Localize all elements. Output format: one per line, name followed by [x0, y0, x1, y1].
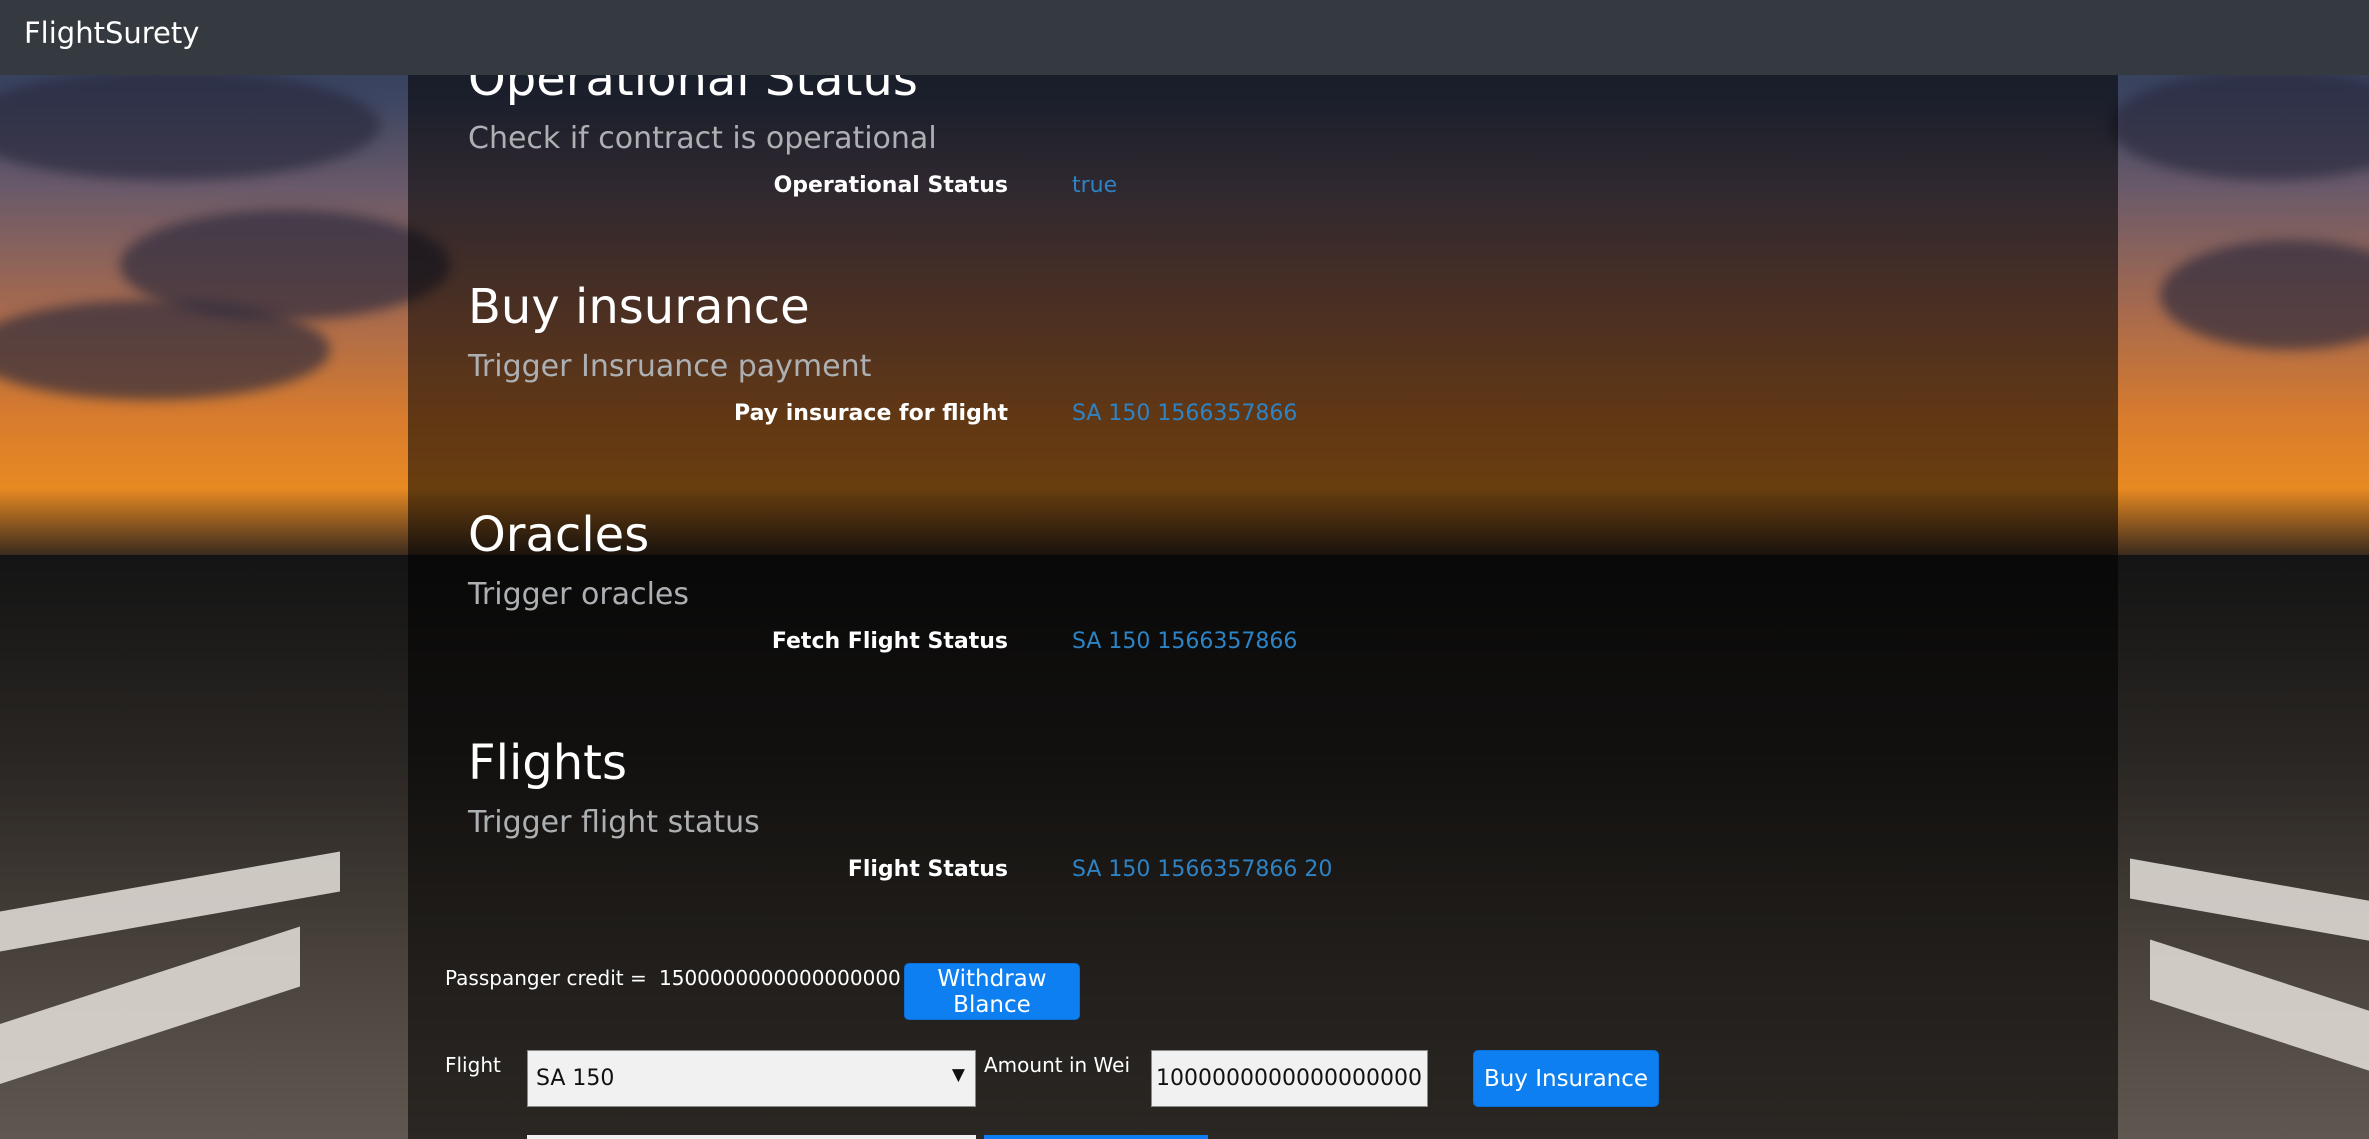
- pay-insurance-label: Pay insurace for flight: [734, 401, 1008, 426]
- amount-label: Amount in Wei: [984, 1053, 1131, 1077]
- dropdown-caret-icon: ▼: [951, 1065, 965, 1085]
- main-content-panel: Operational Status Check if contract is …: [408, 51, 2118, 1139]
- fetch-flight-status-value: SA 150 1566357866: [1072, 629, 1298, 654]
- flight-label: Flight: [445, 1053, 501, 1077]
- section-subtitle: Trigger oracles: [468, 577, 689, 612]
- withdraw-balance-button[interactable]: Withdraw Blance: [904, 963, 1080, 1020]
- operational-status-label: Operational Status: [773, 173, 1008, 198]
- pay-insurance-value: SA 150 1566357866: [1072, 401, 1298, 426]
- section-title: Oracles: [468, 507, 650, 563]
- next-row-field[interactable]: [527, 1135, 976, 1139]
- section-subtitle: Trigger flight status: [468, 805, 760, 840]
- flight-select-value: SA 150: [536, 1066, 615, 1091]
- operational-status-value: true: [1072, 173, 1118, 198]
- passenger-credit-label: Passpanger credit =: [445, 966, 647, 990]
- section-title: Flights: [468, 735, 627, 791]
- buy-insurance-button[interactable]: Buy Insurance: [1473, 1050, 1659, 1107]
- next-row-button[interactable]: [984, 1135, 1208, 1139]
- top-navbar: FlightSurety: [0, 0, 2369, 75]
- section-subtitle: Trigger Insruance payment: [468, 349, 872, 384]
- section-title: Buy insurance: [468, 279, 810, 335]
- section-subtitle: Check if contract is operational: [468, 121, 937, 156]
- flight-select[interactable]: SA 150 ▼: [527, 1050, 976, 1107]
- flight-status-value: SA 150 1566357866 20: [1072, 857, 1333, 882]
- fetch-flight-status-label: Fetch Flight Status: [771, 629, 1008, 654]
- app-brand[interactable]: FlightSurety: [24, 16, 199, 50]
- flight-status-label: Flight Status: [847, 857, 1008, 882]
- passenger-credit-value: 1500000000000000000: [659, 966, 901, 990]
- amount-input[interactable]: [1151, 1050, 1428, 1107]
